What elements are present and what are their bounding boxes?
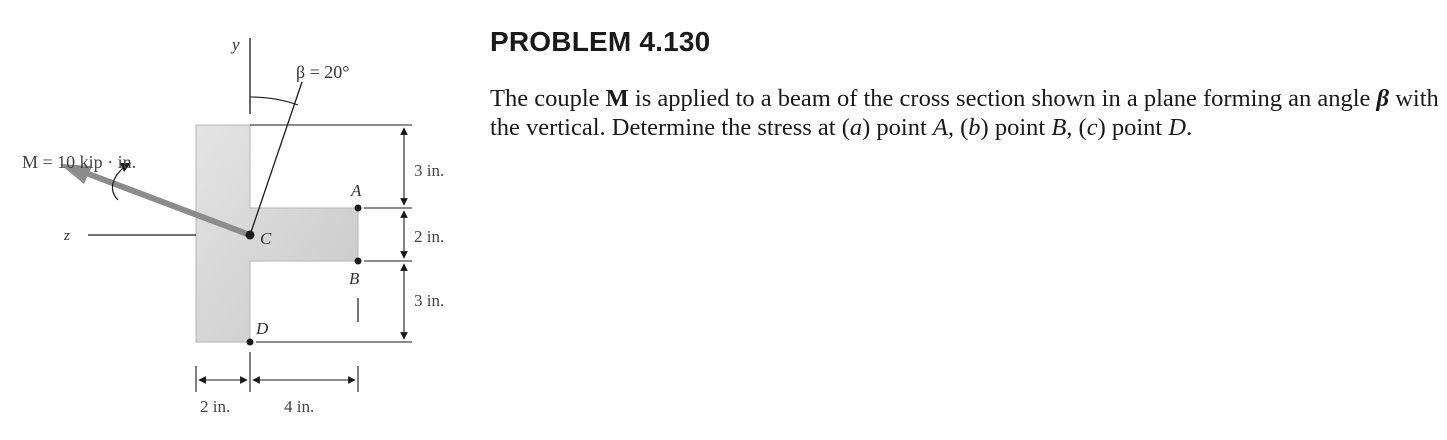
moment-symbol: M — [605, 85, 629, 112]
point-a-marker — [354, 204, 362, 212]
point-d-ref: D — [1168, 114, 1187, 141]
problem-title: PROBLEM 4.130 — [490, 26, 711, 57]
cross-section-diagram: y z β = 20° M = 10 kip · in. C A B D 3 i… — [22, 35, 444, 416]
dim-label-bottom: 3 in. — [414, 291, 444, 310]
part-c-letter: c — [1086, 114, 1098, 141]
text-part: is applied to a beam of the cross sectio… — [628, 85, 1377, 112]
y-axis-label: y — [230, 35, 240, 54]
point-d-label: D — [255, 319, 269, 338]
point-c-label: C — [260, 229, 272, 248]
text-part: ) point — [862, 114, 933, 141]
dim-label-top: 3 in. — [414, 161, 444, 180]
text-part: , ( — [947, 114, 969, 141]
dim-label-mid: 2 in. — [414, 227, 444, 246]
point-c-marker — [245, 230, 255, 240]
point-b-ref: B — [1051, 114, 1067, 141]
angle-arc — [249, 96, 299, 106]
beta-symbol: β — [1376, 85, 1390, 112]
problem-statement: PROBLEM 4.130 The couple M is applied to… — [490, 26, 1440, 142]
text-part: The couple — [490, 85, 606, 112]
point-a-ref: A — [932, 114, 948, 141]
point-d-marker — [246, 338, 254, 346]
dim-label-right: 4 in. — [284, 397, 314, 416]
text-part: , ( — [1066, 114, 1087, 141]
moment-label: M = 10 kip · in. — [22, 152, 136, 172]
text-part: ) point — [1097, 114, 1169, 141]
problem-body: The couple M is applied to a beam of the… — [490, 84, 1440, 142]
point-a-label: A — [350, 181, 362, 200]
part-b-letter: b — [968, 114, 981, 141]
point-b-label: B — [349, 269, 360, 288]
angle-label: β = 20° — [296, 62, 350, 82]
point-b-marker — [354, 257, 362, 265]
dim-label-left: 2 in. — [200, 397, 230, 416]
text-part: ) point — [980, 114, 1052, 141]
z-axis-label: z — [63, 228, 70, 244]
part-a-letter: a — [849, 114, 863, 141]
text-part: . — [1186, 114, 1193, 141]
